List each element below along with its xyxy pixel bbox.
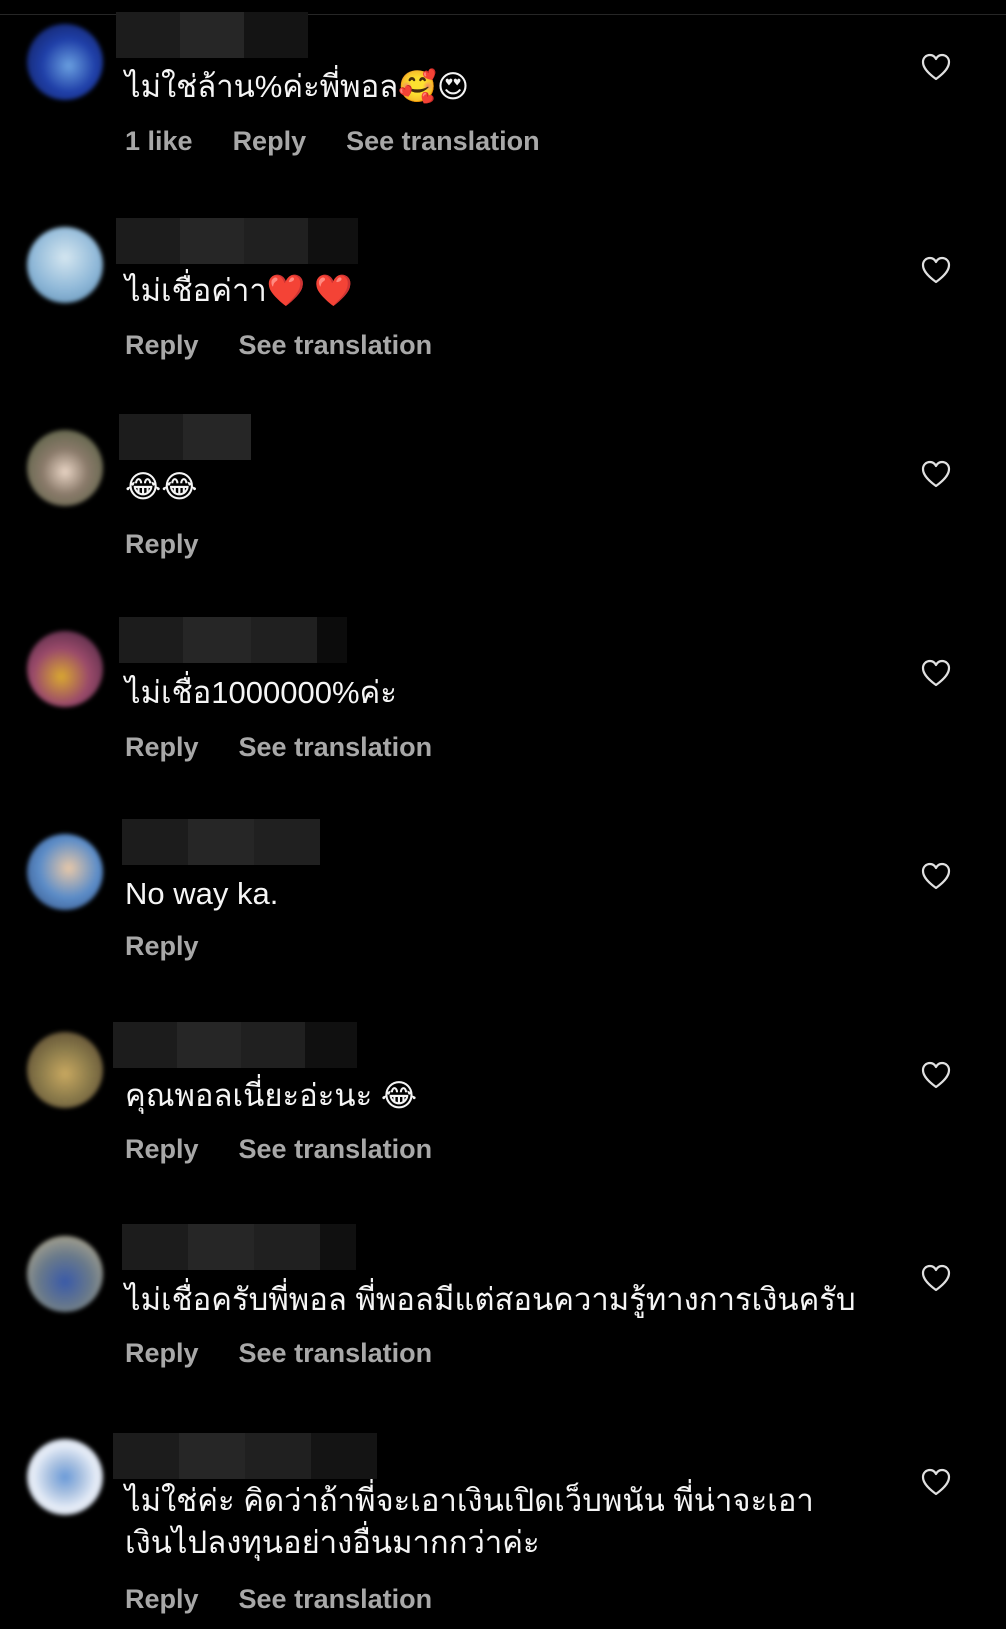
reply-button[interactable]: Reply <box>125 1134 199 1165</box>
heart-icon[interactable] <box>921 460 951 488</box>
comment-actions: Reply <box>125 931 199 962</box>
comment-text: ไม่เชื่อครับพี่พอล พี่พอลมีแต่สอนความรู้… <box>125 1282 856 1317</box>
username-redacted[interactable] <box>116 218 358 264</box>
username-redacted[interactable] <box>122 1224 356 1270</box>
heart-icon[interactable] <box>921 862 951 890</box>
username-redacted[interactable] <box>116 12 308 58</box>
username-redacted[interactable] <box>113 1433 377 1479</box>
username-redacted[interactable] <box>122 819 320 865</box>
avatar[interactable] <box>27 1032 103 1108</box>
comment-actions: Reply See translation <box>125 732 432 763</box>
comment-text: ไม่ใช่ล้าน%ค่ะพี่พอล🥰😍 <box>125 69 470 104</box>
comment-actions: Reply See translation <box>125 1338 432 1369</box>
username-redacted[interactable] <box>119 617 347 663</box>
comment-text: คุณพอลเนี่ยะอ่ะนะ 😂 <box>125 1078 418 1113</box>
reply-button[interactable]: Reply <box>125 330 199 361</box>
comment-text: ไม่เชื่อค่าา❤️ ❤️ <box>125 273 353 308</box>
avatar[interactable] <box>27 24 103 100</box>
reply-button[interactable]: Reply <box>125 1584 199 1615</box>
see-translation-button[interactable]: See translation <box>239 1134 433 1165</box>
reply-button[interactable]: Reply <box>125 529 199 560</box>
heart-icon[interactable] <box>921 1061 951 1089</box>
avatar[interactable] <box>27 631 103 707</box>
heart-icon[interactable] <box>921 53 951 81</box>
heart-icon[interactable] <box>921 1264 951 1292</box>
comment-actions: 1 like Reply See translation <box>125 126 540 157</box>
see-translation-button[interactable]: See translation <box>346 126 540 157</box>
comment-actions: Reply See translation <box>125 1134 432 1165</box>
reply-button[interactable]: Reply <box>233 126 307 157</box>
username-redacted[interactable] <box>119 414 251 460</box>
username-redacted[interactable] <box>113 1022 357 1068</box>
avatar[interactable] <box>27 227 103 303</box>
reply-button[interactable]: Reply <box>125 1338 199 1369</box>
comment-actions: Reply See translation <box>125 1584 432 1615</box>
heart-icon[interactable] <box>921 256 951 284</box>
see-translation-button[interactable]: See translation <box>239 1338 433 1369</box>
like-count[interactable]: 1 like <box>125 126 193 157</box>
avatar[interactable] <box>27 1439 103 1515</box>
reply-button[interactable]: Reply <box>125 732 199 763</box>
heart-icon[interactable] <box>921 1468 951 1496</box>
avatar[interactable] <box>27 1236 103 1312</box>
reply-button[interactable]: Reply <box>125 931 199 962</box>
comment-text: 😂😂 <box>125 469 198 504</box>
comment-actions: Reply <box>125 529 199 560</box>
see-translation-button[interactable]: See translation <box>239 1584 433 1615</box>
see-translation-button[interactable]: See translation <box>239 732 433 763</box>
comment-text: ไม่เชื่อ1000000%ค่ะ <box>125 675 397 710</box>
heart-icon[interactable] <box>921 659 951 687</box>
avatar[interactable] <box>27 430 103 506</box>
comment-text: ไม่ใช่ค่ะ คิดว่าถ้าพี่จะเอาเงินเปิดเว็บพ… <box>125 1483 814 1560</box>
comment-text: No way ka. <box>125 876 279 911</box>
comment-actions: Reply See translation <box>125 330 432 361</box>
avatar[interactable] <box>27 834 103 910</box>
see-translation-button[interactable]: See translation <box>239 330 433 361</box>
